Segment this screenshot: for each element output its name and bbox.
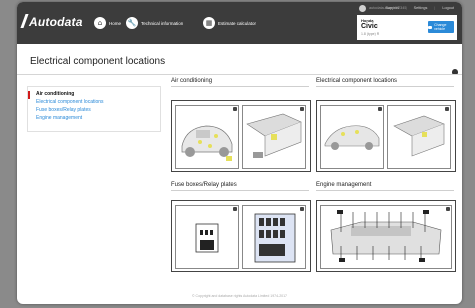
section-title-fuse-boxes: Fuse boxes/Relay plates — [171, 182, 237, 188]
nav-home[interactable]: ⌂ Home — [94, 16, 121, 30]
diagram-thumbnail[interactable] — [175, 105, 239, 169]
vehicle-spec: 1.8 (type) R — [361, 32, 380, 36]
calculator-icon: ▦ — [203, 17, 215, 29]
vehicle-model: Civic — [361, 23, 378, 30]
section-card-fuse-boxes — [171, 200, 311, 272]
support-link[interactable]: Support — [385, 6, 398, 10]
diagram-thumbnail[interactable] — [320, 105, 384, 169]
section-divider — [316, 86, 454, 87]
separator: | — [434, 6, 436, 10]
diagram-thumbnail[interactable] — [242, 205, 306, 269]
section-title-air-conditioning: Air conditioning — [171, 78, 213, 84]
engine-management-diagram — [330, 210, 442, 262]
separator: | — [405, 6, 407, 10]
logout-link[interactable]: Logout — [442, 6, 454, 10]
section-title-engine-management: Engine management — [316, 182, 372, 188]
interior-diagram — [393, 115, 445, 157]
side-item-fuse-boxes[interactable]: Fuse boxes/Relay plates — [36, 107, 91, 113]
diagram-thumbnail[interactable] — [175, 205, 239, 269]
section-card-air-conditioning — [171, 100, 311, 172]
autodata-logo[interactable]: Autodata — [29, 15, 83, 29]
zoom-icon[interactable] — [445, 107, 449, 111]
zoom-icon[interactable] — [378, 107, 382, 111]
active-marker — [28, 91, 30, 99]
settings-link[interactable]: Settings — [414, 6, 428, 10]
nav-estimate-calculator[interactable]: ▦ Estimate calculator — [203, 16, 256, 30]
section-divider — [316, 190, 454, 191]
top-navigation-bar: Autodata ⌂ Home 🔧 Technical information … — [17, 2, 462, 44]
relay-plate-diagram — [254, 213, 296, 263]
vehicle-side-diagram — [324, 125, 380, 150]
section-divider — [171, 190, 309, 191]
wrench-icon: 🔧 — [126, 17, 138, 29]
change-vehicle-label: Change vehicle — [434, 23, 447, 31]
car-icon — [428, 25, 433, 29]
app-window: Autodata ⌂ Home 🔧 Technical information … — [17, 2, 462, 304]
logo-mark — [20, 14, 29, 28]
page-title: Electrical component locations — [30, 56, 166, 67]
diagram-thumbnail[interactable] — [320, 205, 452, 269]
change-vehicle-button[interactable]: Change vehicle — [428, 21, 454, 33]
zoom-icon[interactable] — [300, 107, 304, 111]
footer-copyright: © Copyright and database rights Autodata… — [191, 294, 287, 298]
zoom-icon[interactable] — [300, 207, 304, 211]
car-front-diagram — [181, 125, 233, 161]
home-icon: ⌂ — [94, 17, 106, 29]
nav-home-label: Home — [109, 20, 122, 26]
zoom-icon[interactable] — [446, 207, 450, 211]
diagram-thumbnail[interactable] — [242, 105, 306, 169]
side-item-electrical-component-locations[interactable]: Electrical component locations — [36, 99, 104, 105]
dashboard-diagram — [246, 113, 302, 158]
vehicle-card: Honda Civic 1.8 (type) R Change vehicle — [357, 15, 457, 40]
section-card-electrical-component-locations — [316, 100, 456, 172]
nav-estimate-calculator-label: Estimate calculator — [218, 20, 257, 26]
side-item-engine-management[interactable]: Engine management — [36, 115, 82, 121]
zoom-icon[interactable] — [233, 107, 237, 111]
account-icon[interactable] — [359, 5, 366, 12]
side-item-air-conditioning[interactable]: Air conditioning — [36, 91, 74, 97]
fuse-box-diagram — [195, 223, 219, 253]
zoom-icon[interactable] — [233, 207, 237, 211]
nav-technical-information-label: Technical information — [141, 20, 184, 26]
section-title-electrical-component-locations: Electrical component locations — [316, 78, 398, 84]
diagram-thumbnail[interactable] — [387, 105, 451, 169]
section-card-engine-management — [316, 200, 456, 272]
section-divider — [171, 86, 309, 87]
nav-technical-information[interactable]: 🔧 Technical information — [126, 16, 183, 30]
top-links: Support | Settings | Logout — [385, 6, 454, 10]
title-divider — [17, 74, 462, 75]
side-navigation: Air conditioning Electrical component lo… — [27, 86, 161, 132]
